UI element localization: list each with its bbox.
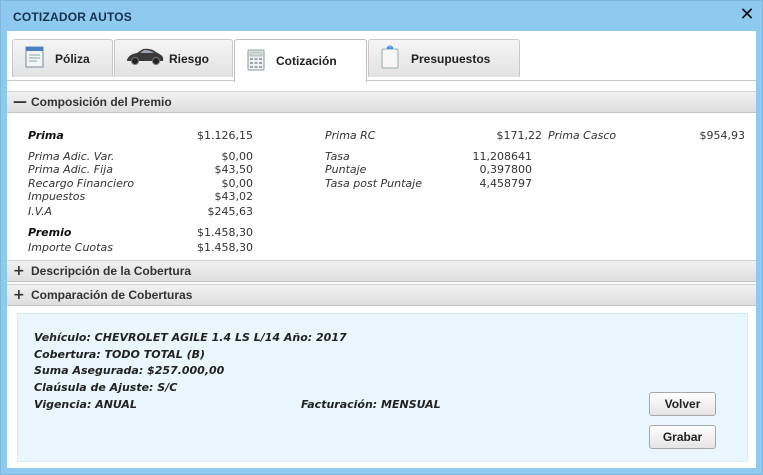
facturacion-text: Facturación: MENSUAL — [301, 398, 441, 411]
tab-content: — Composición del Premio Prima $1.126,15… — [7, 81, 756, 468]
premio-value: $1.458,30 — [197, 226, 253, 239]
puntaje-value: 0,397800 — [479, 163, 533, 176]
tab-presupuestos-label: Presupuestos — [411, 51, 491, 66]
prima-casco-value: $954,93 — [699, 129, 746, 142]
importe-cuotas-label: Importe Cuotas — [28, 241, 113, 254]
volver-button[interactable]: Volver — [649, 392, 716, 416]
prima-rc-label: Prima RC — [325, 129, 376, 142]
prima-adic-var-value: $0,00 — [221, 150, 254, 163]
grabar-button[interactable]: Grabar — [649, 425, 716, 449]
prima-adic-fija-value: $43,50 — [214, 163, 254, 176]
tab-presupuestos[interactable]: Presupuestos — [368, 39, 520, 77]
title-bar: COTIZADOR AUTOS ✕ — [1, 1, 762, 31]
collapse-minus-icon: — — [13, 94, 27, 110]
tab-poliza[interactable]: Póliza — [12, 39, 113, 77]
iva-label: I.V.A — [28, 205, 53, 218]
tasa-value: 11,208641 — [472, 150, 533, 163]
composicion-header[interactable]: — Composición del Premio — [7, 91, 756, 113]
expand-plus-icon: + — [13, 263, 25, 279]
composicion-title: Composición del Premio — [31, 95, 172, 109]
prima-value: $1.126,15 — [197, 129, 253, 142]
expand-plus-icon: + — [13, 287, 25, 303]
comparacion-header[interactable]: + Comparación de Coberturas — [7, 284, 756, 306]
recargo-financiero-value: $0,00 — [221, 177, 254, 190]
close-icon[interactable]: ✕ — [738, 6, 756, 24]
calculator-icon — [245, 48, 267, 75]
vehiculo-text: Vehículo: CHEVROLET AGILE 1.4 LS L/14 Añ… — [34, 331, 347, 344]
prima-label: Prima — [28, 129, 64, 142]
vigencia-text: Vigencia: ANUAL — [34, 398, 137, 411]
tab-bar: Póliza Riesgo Cotización Presupuestos — [7, 31, 756, 82]
tab-poliza-label: Póliza — [55, 51, 90, 66]
document-icon — [23, 45, 47, 72]
recargo-financiero-label: Recargo Financiero — [28, 177, 135, 190]
importe-cuotas-value: $1.458,30 — [197, 241, 253, 254]
impuestos-label: Impuestos — [28, 190, 86, 203]
clausula-text: Claúsula de Ajuste: S/C — [34, 381, 178, 394]
prima-adic-var-label: Prima Adic. Var. — [28, 150, 115, 163]
suma-asegurada-text: Suma Asegurada: $257.000,00 — [34, 364, 225, 377]
cobertura-text: Cobertura: TODO TOTAL (B) — [34, 348, 206, 361]
descripcion-title: Descripción de la Cobertura — [31, 264, 192, 278]
clipboard-icon — [379, 44, 401, 73]
tab-riesgo-label: Riesgo — [169, 51, 210, 66]
prima-rc-value: $171,22 — [496, 129, 543, 142]
tasa-label: Tasa — [325, 150, 350, 163]
descripcion-header[interactable]: + Descripción de la Cobertura — [7, 260, 756, 282]
tasa-post-puntaje-label: Tasa post Puntaje — [325, 177, 422, 190]
summary-panel: Vehículo: CHEVROLET AGILE 1.4 LS L/14 Añ… — [17, 313, 748, 462]
premio-label: Premio — [28, 226, 72, 239]
cotizador-window: COTIZADOR AUTOS ✕ Póliza Riesgo Cotizaci… — [0, 0, 763, 475]
tab-cotizacion-label: Cotización — [276, 54, 337, 68]
prima-casco-label: Prima Casco — [548, 129, 617, 142]
car-icon — [125, 46, 165, 71]
tab-riesgo[interactable]: Riesgo — [114, 39, 233, 77]
prima-adic-fija-label: Prima Adic. Fija — [28, 163, 113, 176]
tasa-post-puntaje-value: 4,458797 — [479, 177, 533, 190]
comparacion-title: Comparación de Coberturas — [31, 288, 193, 302]
tab-cotizacion[interactable]: Cotización — [234, 39, 367, 82]
impuestos-value: $43,02 — [214, 190, 254, 203]
iva-value: $245,63 — [207, 205, 254, 218]
puntaje-label: Puntaje — [325, 163, 367, 176]
window-title: COTIZADOR AUTOS — [13, 10, 132, 24]
